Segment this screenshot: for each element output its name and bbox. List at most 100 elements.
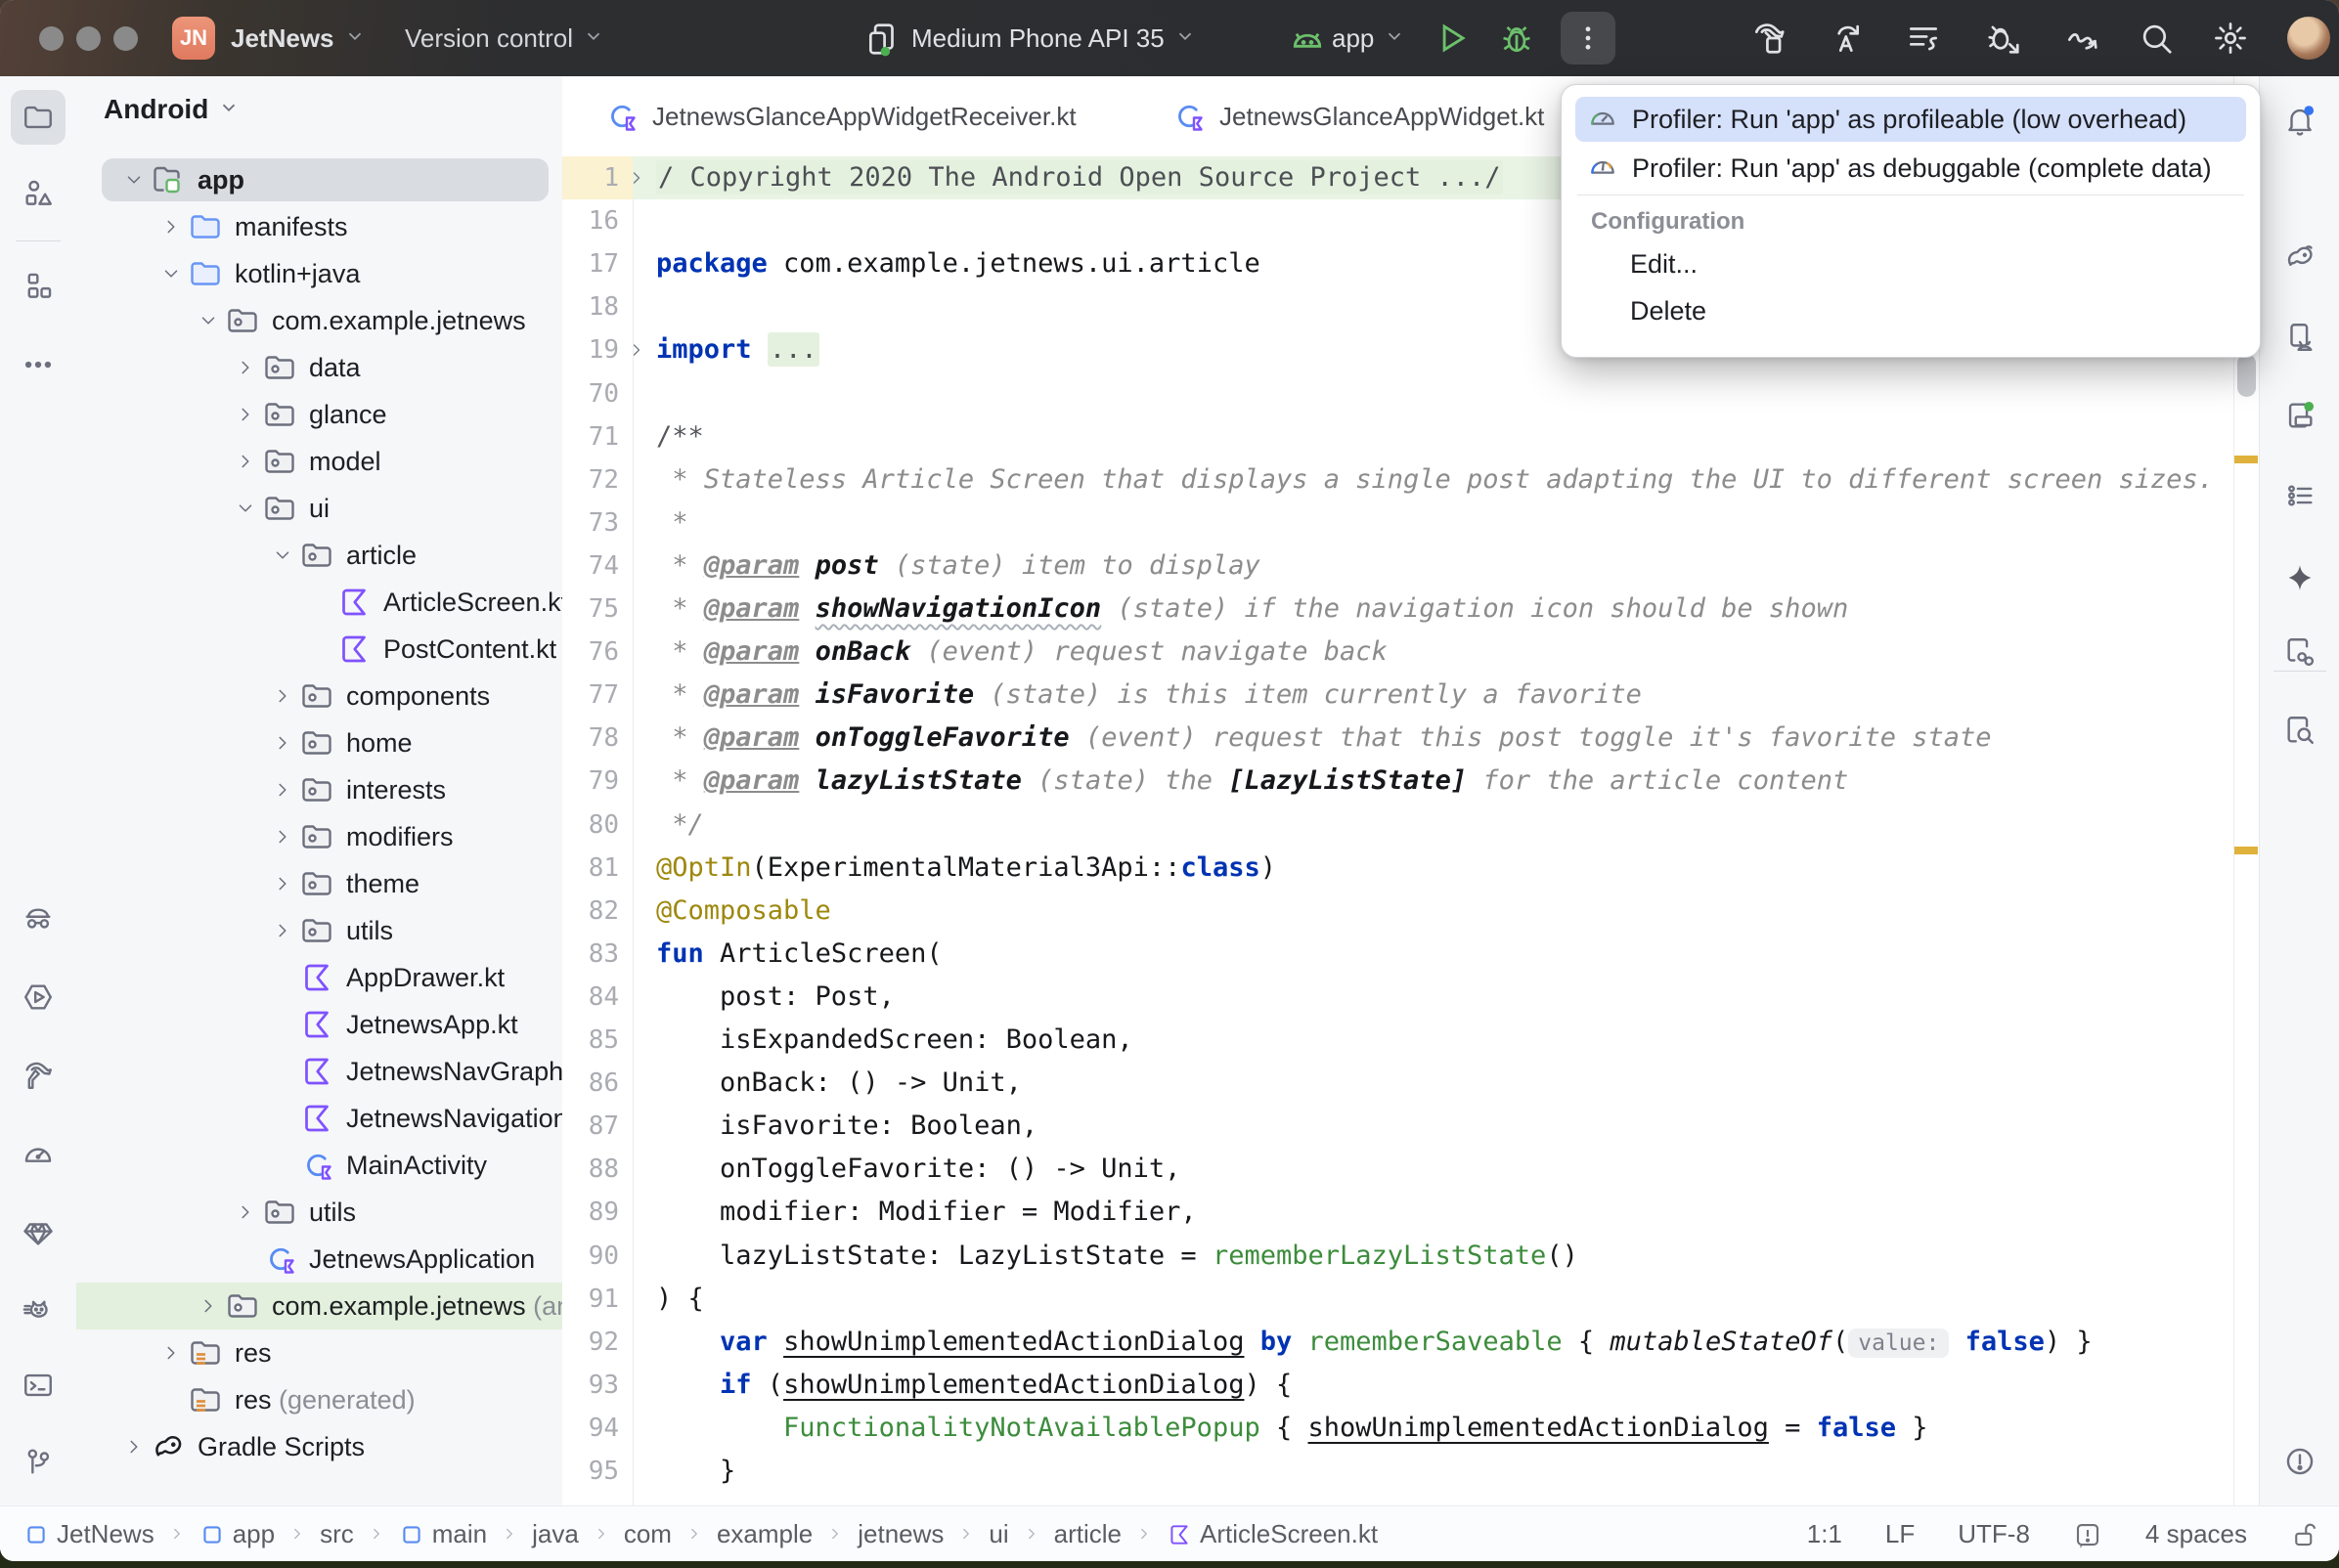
run-menu-item[interactable]: Profiler: Run 'app' as debuggable (compl… <box>1575 146 2246 191</box>
project-folder-icon[interactable] <box>22 101 55 134</box>
window-zoom-button[interactable] <box>113 26 138 51</box>
more-icon[interactable] <box>22 348 55 381</box>
tree-row[interactable]: PostContent.kt <box>76 626 562 673</box>
tree-collapse-chevron[interactable] <box>117 163 151 196</box>
code-editor[interactable]: 1/ Copyright 2020 The Android Open Sourc… <box>562 156 2233 1505</box>
tree-row[interactable]: ArticleScreen.kt <box>76 579 562 626</box>
tree-expand-chevron[interactable] <box>266 820 299 853</box>
encoding[interactable]: UTF-8 <box>1958 1519 2030 1549</box>
breadcrumb-item[interactable]: article <box>1054 1519 1122 1549</box>
tree-row[interactable]: data <box>76 344 562 391</box>
breadcrumb-item[interactable]: com <box>624 1519 672 1549</box>
tree-expand-chevron[interactable] <box>229 445 262 478</box>
ai-spark-icon[interactable] <box>2283 561 2317 594</box>
breadcrumb-item[interactable]: example <box>717 1519 813 1549</box>
tree-row[interactable]: Gradle Scripts <box>76 1423 562 1470</box>
changed-lines-marker[interactable] <box>2234 847 2258 854</box>
tree-expand-chevron[interactable] <box>229 351 262 384</box>
refactor-icon[interactable] <box>1827 20 1864 57</box>
tree-row[interactable]: article <box>76 532 562 579</box>
fold-chevron-icon[interactable] <box>627 328 650 371</box>
tree-row[interactable]: AppDrawer.kt <box>76 954 562 1001</box>
task-list-icon[interactable] <box>1905 20 1942 57</box>
app-quality-insights-icon[interactable] <box>22 904 55 937</box>
lock-open-icon[interactable] <box>2290 1520 2319 1549</box>
breadcrumb-item[interactable]: src <box>320 1519 354 1549</box>
device-selector[interactable]: Medium Phone API 35 <box>911 0 1196 76</box>
tree-expand-chevron[interactable] <box>266 867 299 900</box>
line-ending[interactable]: LF <box>1885 1519 1915 1549</box>
tree-expand-chevron[interactable] <box>266 726 299 760</box>
tree-row[interactable]: MainActivity <box>76 1142 562 1189</box>
tree-row[interactable]: JetnewsNavigation <box>76 1095 562 1142</box>
tree-row[interactable]: manifests <box>76 203 562 250</box>
tree-expand-chevron[interactable] <box>192 1289 225 1323</box>
services-icon[interactable] <box>22 980 55 1014</box>
gradle-elephant-icon[interactable] <box>2283 240 2317 274</box>
profiler-gauge-icon[interactable] <box>22 1139 55 1172</box>
indent-setting[interactable]: 4 spaces <box>2145 1519 2247 1549</box>
breadcrumb-item[interactable]: JetNews <box>23 1519 154 1549</box>
tree-row[interactable]: home <box>76 719 562 766</box>
breadcrumb-item[interactable]: java <box>532 1519 579 1549</box>
tree-expand-chevron[interactable] <box>266 773 299 806</box>
tree-row[interactable]: JetnewsApplication <box>76 1236 562 1283</box>
scrollbar-thumb[interactable] <box>2237 354 2256 397</box>
tree-row[interactable]: JetnewsNavGraph. <box>76 1048 562 1095</box>
tree-expand-chevron[interactable] <box>266 914 299 947</box>
user-avatar[interactable] <box>2287 17 2330 60</box>
tree-expand-chevron[interactable] <box>154 210 188 243</box>
notifications-bell-icon[interactable] <box>2283 104 2317 137</box>
more-run-options-button[interactable] <box>1561 12 1615 65</box>
settings-icon[interactable] <box>2212 20 2249 57</box>
breadcrumb-item[interactable]: app <box>199 1519 275 1549</box>
breadcrumb-item[interactable]: jetnews <box>858 1519 944 1549</box>
breadcrumb-item[interactable]: main <box>399 1519 487 1549</box>
tree-collapse-chevron[interactable] <box>192 304 225 337</box>
run-menu-action[interactable]: Delete <box>1630 296 1706 327</box>
git-branch-icon[interactable] <box>22 1445 55 1478</box>
vcs-menu[interactable]: Version control <box>405 0 604 76</box>
editor-tab[interactable]: JetnewsGlanceAppWidgetReceiver.kt <box>603 76 1077 156</box>
todo-checklist-icon[interactable] <box>2283 479 2317 512</box>
tree-expand-chevron[interactable] <box>117 1430 151 1463</box>
tree-expand-chevron[interactable] <box>229 398 262 431</box>
tree-row[interactable]: res <box>76 1329 562 1376</box>
tree-collapse-chevron[interactable] <box>154 257 188 290</box>
device-mirror-link-icon[interactable] <box>2283 635 2317 669</box>
gemini-gem-icon[interactable] <box>22 1216 55 1249</box>
run-menu-item[interactable]: Profiler: Run 'app' as profileable (low … <box>1575 97 2246 142</box>
tree-row[interactable]: com.example.jetnews <box>76 297 562 344</box>
window-close-button[interactable] <box>39 26 64 51</box>
running-devices-phone-icon[interactable] <box>2283 399 2317 432</box>
project-menu[interactable]: JetNews <box>231 0 366 76</box>
tree-expand-chevron[interactable] <box>266 679 299 713</box>
debug-button[interactable] <box>1498 20 1535 57</box>
tree-row[interactable]: ui <box>76 485 562 532</box>
attach-debugger-icon[interactable] <box>1985 20 2022 57</box>
tree-row[interactable]: kotlin+java <box>76 250 562 297</box>
breadcrumb-item[interactable]: ArticleScreen.kt <box>1167 1519 1378 1549</box>
tree-expand-chevron[interactable] <box>229 1196 262 1229</box>
tree-row[interactable]: JetnewsApp.kt <box>76 1001 562 1048</box>
run-button[interactable] <box>1434 20 1471 57</box>
window-minimize-button[interactable] <box>76 26 101 51</box>
tree-row[interactable]: components <box>76 673 562 719</box>
tree-row[interactable]: modifiers <box>76 813 562 860</box>
tree-row[interactable]: theme <box>76 860 562 907</box>
tree-row[interactable]: utils <box>76 1189 562 1236</box>
build-icon[interactable] <box>1750 20 1787 57</box>
tree-expand-chevron[interactable] <box>154 1336 188 1370</box>
breadcrumb-item[interactable]: ui <box>989 1519 1008 1549</box>
resource-manager-icon[interactable] <box>22 177 55 210</box>
tree-row[interactable]: res (generated) <box>76 1376 562 1423</box>
tree-collapse-chevron[interactable] <box>229 492 262 525</box>
search-icon[interactable] <box>2138 20 2175 57</box>
device-manager-phone-icon[interactable] <box>2283 321 2317 354</box>
tree-row[interactable]: glance <box>76 391 562 438</box>
tree-row[interactable]: com.example.jetnews (an <box>76 1283 562 1329</box>
app-inspection-search-icon[interactable] <box>2283 714 2317 747</box>
tree-collapse-chevron[interactable] <box>266 539 299 572</box>
changed-lines-marker[interactable] <box>2234 456 2258 463</box>
problems-exclamation-icon[interactable] <box>2283 1445 2317 1478</box>
